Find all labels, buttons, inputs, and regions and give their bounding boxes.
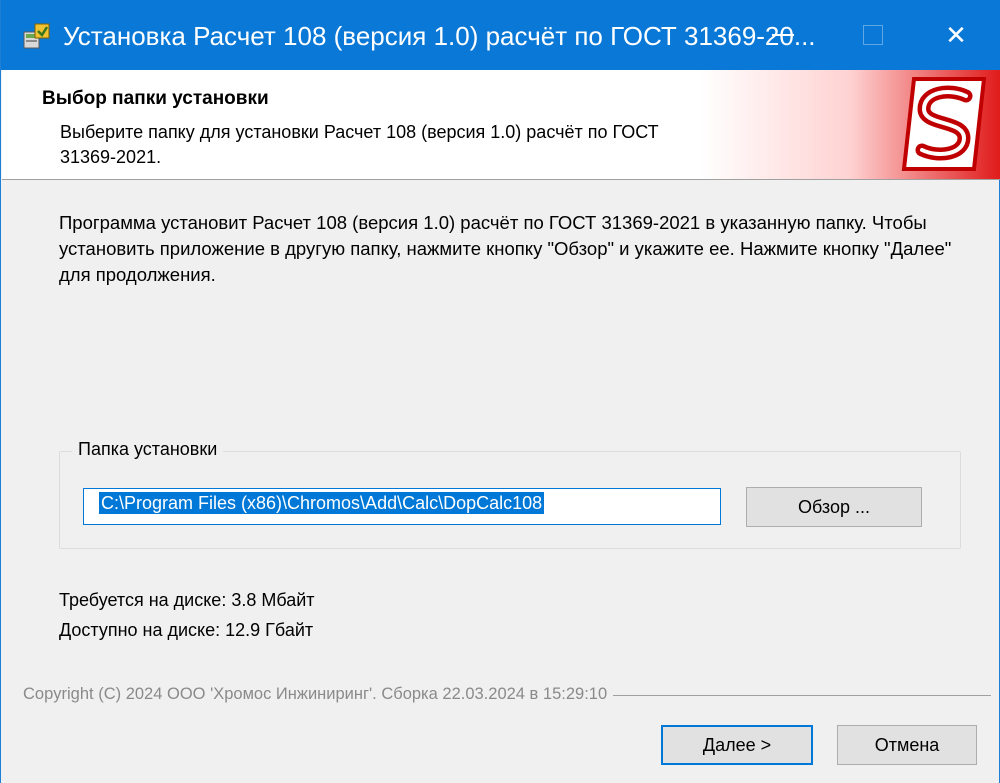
- footer-divider: [613, 694, 991, 696]
- close-button[interactable]: ✕: [911, 0, 1000, 70]
- disk-available-text: Доступно на диске: 12.9 Гбайт: [59, 620, 314, 640]
- install-info-text: Программа установит Расчет 108 (версия 1…: [59, 212, 952, 285]
- chromos-s-logo: [901, 77, 987, 171]
- install-path-value: C:\Program Files (x86)\Chromos\Add\Calc\…: [99, 492, 545, 514]
- title-bar[interactable]: Установка Расчет 108 (версия 1.0) расчёт…: [1, 0, 1000, 70]
- footer: Copyright (C) 2024 ООО 'Хромос Инжинирин…: [23, 682, 991, 706]
- page-description: Выберите папку для установки Расчет 108 …: [60, 122, 659, 167]
- cancel-button[interactable]: Отмена: [837, 725, 977, 765]
- maximize-icon: [863, 25, 883, 45]
- installer-icon: [23, 23, 50, 49]
- window-title: Установка Расчет 108 (версия 1.0) расчёт…: [63, 21, 816, 51]
- disk-required-text: Требуется на диске: 3.8 Мбайт: [59, 590, 315, 610]
- close-icon: ✕: [945, 19, 967, 50]
- install-folder-label: Папка установки: [72, 439, 224, 460]
- browse-button[interactable]: Обзор ...: [746, 487, 922, 527]
- maximize-button[interactable]: [828, 0, 918, 70]
- minimize-button[interactable]: [738, 0, 828, 70]
- page-title: Выбор папки установки: [42, 88, 269, 109]
- copyright-text: Copyright (C) 2024 ООО 'Хромос Инжинирин…: [23, 684, 608, 703]
- header-banner: [700, 70, 1000, 179]
- installer-window: Установка Расчет 108 (версия 1.0) расчёт…: [0, 0, 1000, 783]
- next-button[interactable]: Далее >: [661, 725, 813, 765]
- wizard-header: Выбор папки установки Выберите папку для…: [2, 70, 1000, 180]
- minimize-icon: [772, 34, 794, 36]
- install-path-input[interactable]: C:\Program Files (x86)\Chromos\Add\Calc\…: [83, 488, 721, 525]
